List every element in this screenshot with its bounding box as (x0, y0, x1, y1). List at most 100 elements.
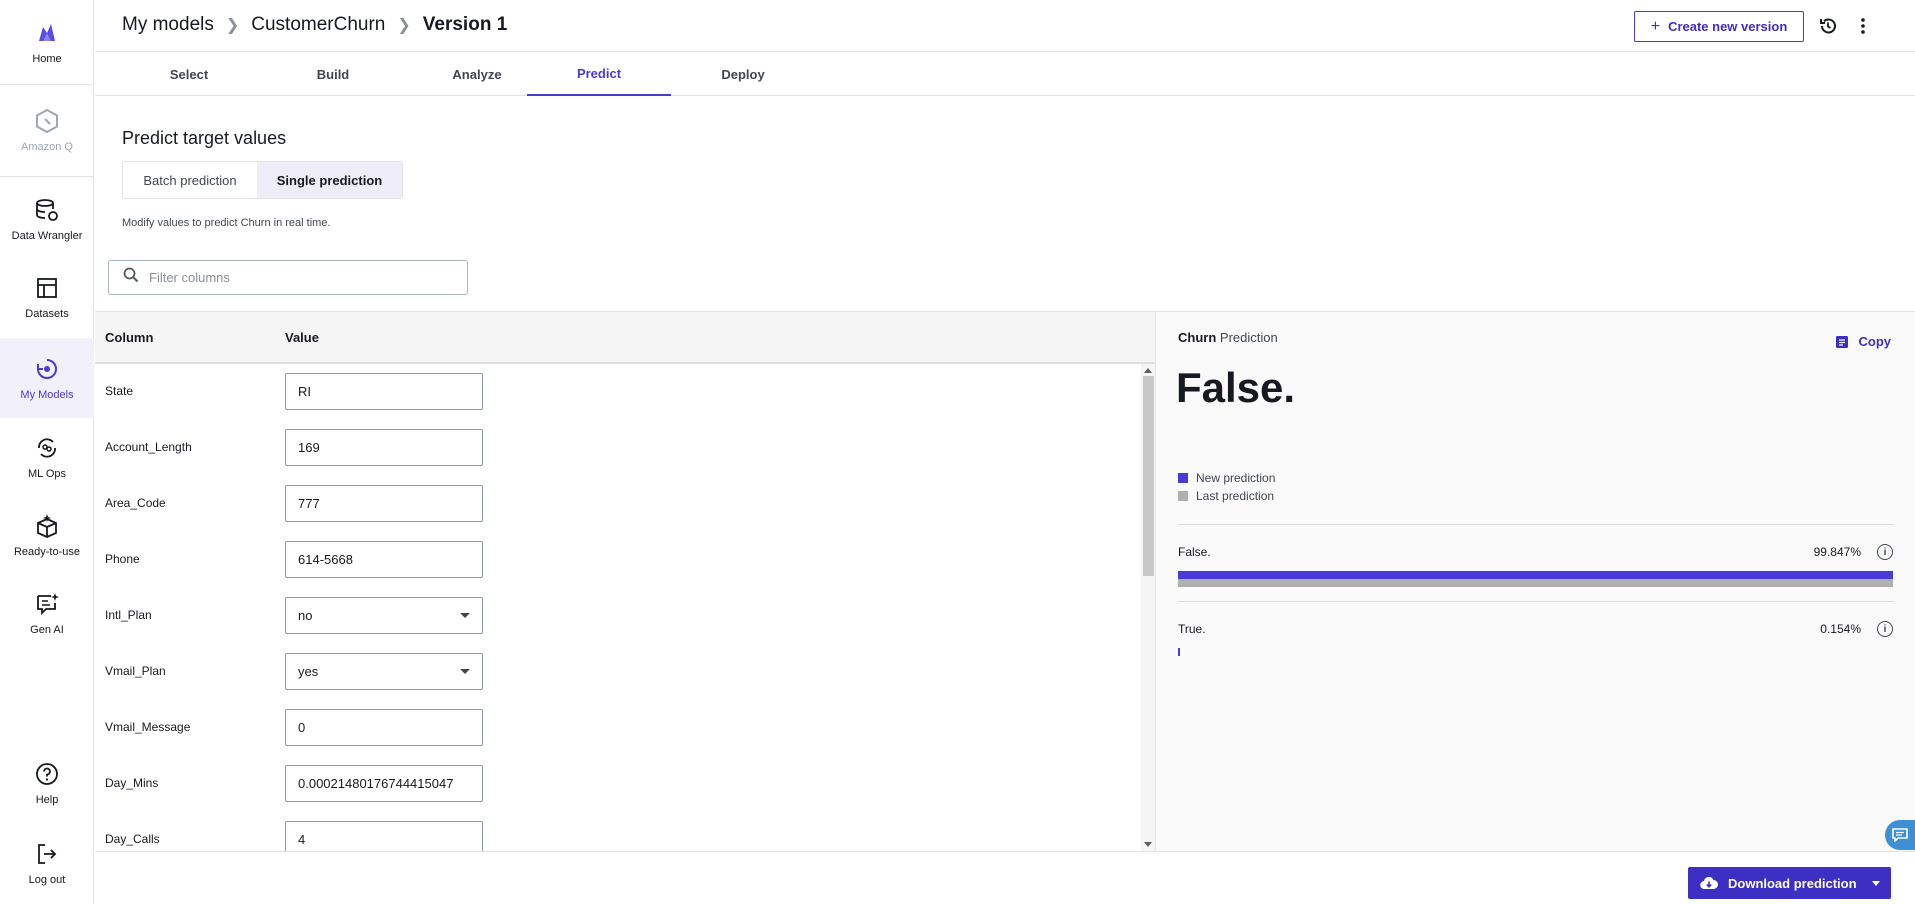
nav-home[interactable]: Home (0, 0, 94, 84)
nav-label: Amazon Q (21, 141, 73, 153)
breadcrumb-my-models[interactable]: My models (122, 14, 214, 36)
info-icon[interactable]: i (1877, 621, 1893, 637)
nav-data-wrangler[interactable]: Data Wrangler (0, 180, 94, 258)
value-select-intl-plan[interactable]: no (285, 597, 483, 634)
single-prediction-button[interactable]: Single prediction (257, 162, 402, 198)
legend-last-prediction: Last prediction (1178, 487, 1275, 505)
logout-icon (33, 840, 61, 868)
feature-name: Phone (105, 552, 140, 566)
filter-columns-field (108, 260, 468, 295)
data-wrangler-icon (33, 196, 61, 224)
help-icon (33, 760, 61, 788)
page-footer: Download prediction (95, 851, 1915, 904)
value-input-area-code[interactable]: 777 (285, 485, 483, 522)
copy-button[interactable]: Copy (1835, 334, 1892, 349)
legend-swatch-new (1178, 473, 1188, 483)
download-prediction-button[interactable]: Download prediction (1688, 867, 1891, 899)
prediction-mode-toggle: Batch prediction Single prediction (122, 161, 403, 199)
create-new-version-label: Create new version (1668, 19, 1788, 34)
table-row: Day_Mins 0.00021480176744415047 (95, 756, 1135, 812)
legend-label: Last prediction (1196, 489, 1275, 503)
bar-last-prediction-false (1178, 579, 1893, 587)
bar-new-prediction-true (1178, 648, 1180, 656)
table-row: Intl_Plan no (95, 588, 1135, 644)
scroll-up-icon[interactable] (1144, 368, 1152, 373)
nav-label: Log out (28, 874, 66, 886)
prediction-result: False. (1176, 364, 1296, 411)
filter-columns-input[interactable] (149, 270, 449, 285)
table-row: Day_Calls 4 (95, 812, 1135, 851)
outcome-percent-false: 99.847% (1813, 545, 1861, 559)
scroll-down-icon[interactable] (1144, 842, 1152, 847)
value-select-vmail-plan[interactable]: yes (285, 653, 483, 690)
cloud-download-icon (1700, 876, 1718, 890)
nav-gen-ai[interactable]: Gen AI (0, 574, 94, 652)
tab-predict[interactable]: Predict (527, 52, 671, 96)
table-row: State RI (95, 364, 1135, 420)
breadcrumb-customerchurn[interactable]: CustomerChurn (251, 14, 385, 36)
divider (1178, 524, 1894, 525)
probability-bar-false (1178, 571, 1894, 587)
chevron-right-icon: ❯ (397, 17, 411, 34)
selected-value: no (298, 608, 313, 623)
table-header: Column Value (95, 312, 1155, 364)
target-suffix: Prediction (1219, 330, 1278, 345)
amazon-q-icon (33, 107, 61, 135)
value-input-vmail-message[interactable]: 0 (285, 709, 483, 746)
table-scrollbar[interactable] (1141, 364, 1155, 851)
create-new-version-button[interactable]: + Create new version (1634, 11, 1804, 42)
table-row: Vmail_Message 0 (95, 700, 1135, 756)
tab-select[interactable]: Select (117, 52, 261, 96)
nav-label: Home (32, 53, 62, 65)
nav-datasets[interactable]: Datasets (0, 258, 94, 336)
canvas-logo-icon (33, 19, 61, 47)
selected-value: yes (298, 664, 319, 679)
nav-label: Help (35, 794, 59, 806)
value-input-day-mins[interactable]: 0.00021480176744415047 (285, 765, 483, 802)
copy-label: Copy (1858, 334, 1892, 349)
value-input-state[interactable]: RI (285, 373, 483, 410)
batch-prediction-button[interactable]: Batch prediction (123, 162, 257, 198)
feature-name: Vmail_Message (105, 720, 191, 734)
nav-label: Data Wrangler (11, 230, 83, 242)
my-models-icon (33, 355, 61, 383)
feature-name: Day_Calls (105, 832, 160, 846)
nav-divider (0, 176, 94, 177)
outcome-label-false: False. (1178, 545, 1211, 559)
nav-label: ML Ops (27, 468, 67, 480)
left-nav: Home Amazon Q Data Wrangler Datasets My … (0, 0, 94, 904)
value-input-day-calls[interactable]: 4 (285, 821, 483, 851)
prediction-target-heading: Churn Prediction (1178, 330, 1278, 345)
nav-label: Ready-to-use (13, 546, 81, 558)
feature-name: Intl_Plan (105, 608, 152, 622)
tab-deploy[interactable]: Deploy (671, 52, 815, 96)
dropdown-caret-icon[interactable] (1861, 867, 1891, 899)
breadcrumb: My models ❯ CustomerChurn ❯ Version 1 (122, 14, 507, 36)
download-prediction-label: Download prediction (1728, 875, 1857, 891)
nav-amazon-q[interactable]: Amazon Q (0, 86, 94, 174)
nav-log-out[interactable]: Log out (0, 824, 94, 902)
legend-new-prediction: New prediction (1178, 469, 1275, 487)
feature-values-table: Column Value State RI Account_Length 169… (95, 311, 1156, 851)
chat-bubble-icon[interactable] (1885, 820, 1915, 850)
value-header: Value (285, 330, 319, 345)
info-icon[interactable]: i (1877, 544, 1893, 560)
nav-help[interactable]: Help (0, 744, 94, 822)
value-input-phone[interactable]: 614-5668 (285, 541, 483, 578)
app-root: Home Amazon Q Data Wrangler Datasets My … (0, 0, 1915, 904)
column-header: Column (105, 330, 154, 345)
scroll-thumb[interactable] (1143, 376, 1154, 576)
more-options-icon[interactable] (1850, 13, 1876, 39)
table-row: Vmail_Plan yes (95, 644, 1135, 700)
search-icon (123, 267, 139, 288)
tab-build[interactable]: Build (261, 52, 405, 96)
nav-ready-to-use[interactable]: Ready-to-use (0, 496, 94, 574)
nav-ml-ops[interactable]: ML Ops (0, 418, 94, 496)
gen-ai-icon (33, 590, 61, 618)
feature-name: Day_Mins (105, 776, 159, 790)
copy-icon (1835, 335, 1849, 349)
history-icon[interactable] (1815, 13, 1841, 39)
nav-my-models[interactable]: My Models (0, 338, 94, 418)
value-input-account-length[interactable]: 169 (285, 429, 483, 466)
prediction-panel: Churn Prediction Copy False. New predict… (1156, 311, 1915, 851)
